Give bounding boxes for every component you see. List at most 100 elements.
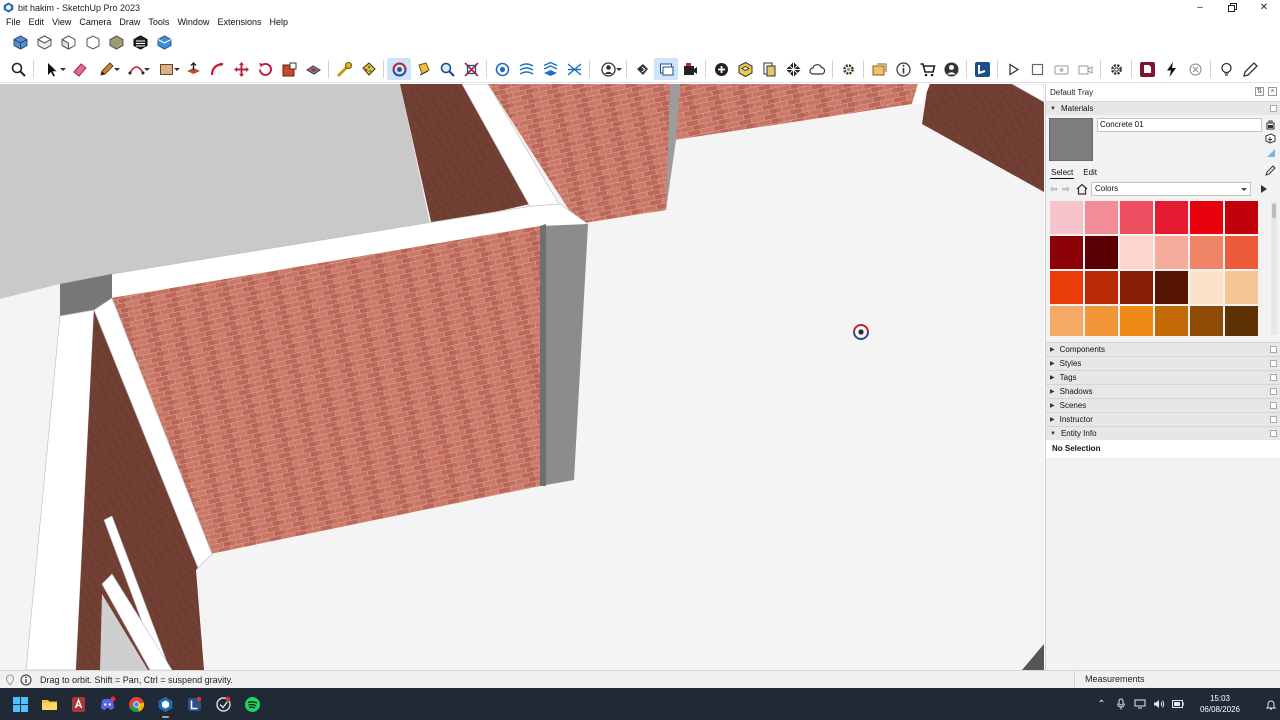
components-panel-header[interactable]: ▶ Components (1046, 342, 1280, 356)
material-swatch[interactable] (1050, 271, 1083, 304)
tape-measure-button[interactable] (332, 58, 356, 80)
start-button[interactable] (6, 688, 35, 720)
minimize-button[interactable]: – (1184, 0, 1216, 15)
material-swatch[interactable] (1120, 271, 1153, 304)
material-swatch[interactable] (1120, 306, 1153, 336)
scenes-panel-header[interactable]: ▶ Scenes (1046, 398, 1280, 412)
material-swatch[interactable] (1225, 201, 1258, 234)
taskbar-layout[interactable] (180, 688, 209, 720)
restore-button[interactable] (1216, 0, 1248, 15)
taskbar-sketchup[interactable] (151, 688, 180, 720)
material-swatch[interactable] (1155, 236, 1188, 269)
taskbar-discord[interactable] (93, 688, 122, 720)
walk-button[interactable] (411, 58, 435, 80)
material-swatch[interactable] (1155, 271, 1188, 304)
default-material-icon[interactable] (1265, 119, 1276, 130)
drape-button[interactable] (562, 58, 586, 80)
profile-button[interactable] (939, 58, 963, 80)
iso-view-button[interactable] (8, 32, 32, 54)
sample-paint-icon[interactable] (1265, 165, 1276, 176)
arc-button[interactable] (121, 58, 151, 80)
camera-button[interactable] (678, 58, 702, 80)
show-hidden-icons-button[interactable]: ⌃ (1092, 688, 1111, 720)
taskbar-file-explorer[interactable] (35, 688, 64, 720)
panel-close-button[interactable] (1270, 374, 1277, 381)
movie-button[interactable] (1073, 58, 1097, 80)
menu-tools[interactable]: Tools (144, 15, 173, 30)
extension-button[interactable] (1135, 58, 1159, 80)
pen-button[interactable] (1238, 58, 1262, 80)
collection-dropdown[interactable]: Colors (1091, 182, 1251, 196)
eraser-button[interactable] (67, 58, 91, 80)
account-button[interactable] (593, 58, 623, 80)
create-material-icon[interactable] (1265, 133, 1276, 144)
material-swatch[interactable] (1050, 201, 1083, 234)
extension-settings-button[interactable] (836, 58, 860, 80)
zoom-window-button[interactable] (459, 58, 483, 80)
detail-arrow-icon[interactable] (1265, 147, 1276, 158)
zoom-button[interactable] (435, 58, 459, 80)
shadows-panel-header[interactable]: ▶ Shadows (1046, 384, 1280, 398)
material-name-field[interactable]: Concrete 01 (1097, 118, 1262, 132)
panel-close-button[interactable] (1270, 402, 1277, 409)
tags-panel-header[interactable]: ▶ Tags (1046, 370, 1280, 384)
rectangle-button[interactable] (151, 58, 181, 80)
menu-edit[interactable]: Edit (25, 15, 49, 30)
swatch-scrollbar[interactable] (1271, 202, 1277, 335)
material-swatch[interactable] (1085, 271, 1118, 304)
menu-help[interactable]: Help (265, 15, 292, 30)
material-swatch[interactable] (1155, 306, 1188, 336)
panel-close-button[interactable] (1270, 346, 1277, 353)
follow-me-button[interactable] (205, 58, 229, 80)
info-button[interactable] (891, 58, 915, 80)
volume-button[interactable] (1149, 688, 1168, 720)
section-plane-button[interactable] (490, 58, 514, 80)
paint-bucket-button[interactable] (356, 58, 380, 80)
warehouse-button[interactable] (915, 58, 939, 80)
material-swatch[interactable] (1190, 271, 1223, 304)
export-button[interactable] (867, 58, 891, 80)
zoom-extents-button[interactable] (6, 58, 30, 80)
add-location-button[interactable] (709, 58, 733, 80)
close-button[interactable]: ✕ (1248, 0, 1280, 15)
notifications-button[interactable] (1261, 688, 1280, 720)
select-button[interactable] (37, 58, 67, 80)
gear-button[interactable] (1104, 58, 1128, 80)
cloud-button[interactable] (805, 58, 829, 80)
taskbar-chrome[interactable] (122, 688, 151, 720)
material-preview[interactable] (1049, 118, 1093, 161)
left-view-button[interactable] (128, 32, 152, 54)
record-button[interactable] (1049, 58, 1073, 80)
instructor-panel-header[interactable]: ▶ Instructor (1046, 412, 1280, 426)
checker-button[interactable] (781, 58, 805, 80)
bottom-view-button[interactable] (152, 32, 176, 54)
outliner-button[interactable] (654, 58, 678, 80)
lightning-button[interactable] (1159, 58, 1183, 80)
sandbox-button[interactable] (514, 58, 538, 80)
model-viewport[interactable] (0, 84, 1044, 670)
menu-draw[interactable]: Draw (115, 15, 144, 30)
solid-tools-button[interactable] (733, 58, 757, 80)
material-swatch[interactable] (1190, 236, 1223, 269)
rotate-button[interactable] (253, 58, 277, 80)
stop-button[interactable] (1025, 58, 1049, 80)
top-view-button[interactable] (32, 32, 56, 54)
move-button[interactable] (229, 58, 253, 80)
offset-button[interactable] (301, 58, 325, 80)
taskbar-spotify[interactable] (238, 688, 267, 720)
push-pull-button[interactable] (181, 58, 205, 80)
panel-close-button[interactable] (1270, 360, 1277, 367)
tray-pin-button[interactable]: ⇅ (1255, 87, 1264, 96)
sketchup-logo-button[interactable] (970, 58, 994, 80)
material-swatch[interactable] (1120, 236, 1153, 269)
material-swatch[interactable] (1190, 201, 1223, 234)
panel-close-button[interactable] (1270, 416, 1277, 423)
info-icon[interactable] (20, 674, 32, 686)
style-builder-button[interactable] (630, 58, 654, 80)
materials-panel-header[interactable]: ▼ Materials (1046, 101, 1280, 115)
geo-location-icon[interactable] (4, 673, 16, 686)
forward-arrow-icon[interactable]: ⇨ (1062, 184, 1074, 195)
menu-camera[interactable]: Camera (75, 15, 115, 30)
right-view-button[interactable] (80, 32, 104, 54)
material-swatch[interactable] (1050, 306, 1083, 336)
